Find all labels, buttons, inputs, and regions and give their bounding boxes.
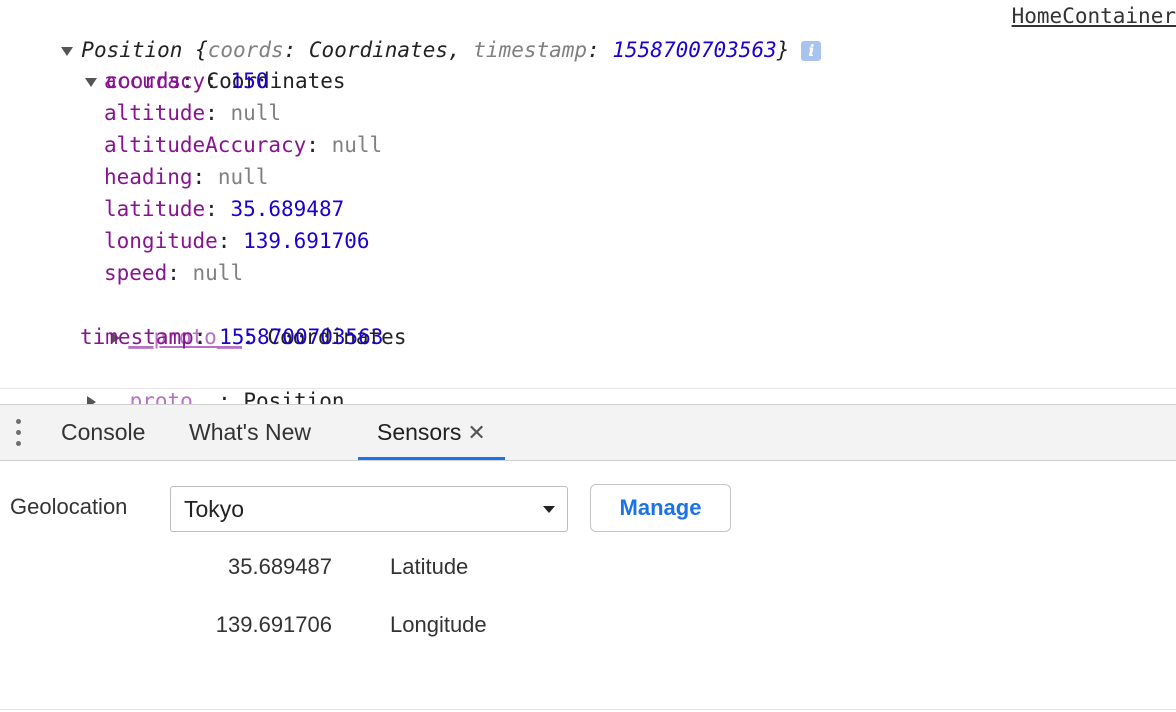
property-separator: :	[205, 101, 231, 125]
property-row: speed: null	[104, 257, 243, 289]
property-value: 150	[230, 69, 269, 93]
property-key: timestamp	[80, 325, 194, 349]
property-separator: :	[192, 165, 218, 189]
property-separator: :	[217, 229, 244, 253]
preview-comma: ,	[447, 38, 474, 62]
property-key: longitude	[104, 229, 218, 253]
property-row: accuracy: 150	[104, 65, 268, 97]
tab-console[interactable]: Console	[61, 405, 145, 460]
preview-separator: :	[587, 38, 613, 62]
property-row: longitude: 139.691706	[104, 225, 370, 257]
property-separator: :	[193, 325, 220, 349]
preview-key: timestamp	[473, 38, 588, 62]
latitude-label: Latitude	[390, 554, 469, 579]
property-key: altitudeAccuracy	[104, 133, 307, 157]
latitude-value[interactable]: 35.689487	[132, 554, 332, 580]
property-key: latitude	[104, 197, 206, 221]
property-separator: :	[167, 261, 193, 285]
property-value: null	[331, 133, 383, 157]
property-key: heading	[104, 165, 193, 189]
position-proto-row[interactable]: __proto__: Position	[62, 353, 345, 413]
dropdown-arrow-icon	[543, 506, 555, 513]
property-key: altitude	[104, 101, 206, 125]
property-row: heading: null	[104, 161, 268, 193]
drawer-tab-bar: Console What's New Sensors ✕	[0, 404, 1176, 461]
property-row: latitude: 35.689487	[104, 193, 344, 225]
property-separator: :	[205, 197, 231, 221]
source-link[interactable]: HomeContainer	[1012, 0, 1176, 32]
property-row: altitudeAccuracy: null	[104, 129, 382, 161]
console-divider	[0, 388, 1176, 389]
expanded-triangle-icon[interactable]	[85, 77, 98, 87]
info-icon[interactable]: i	[801, 41, 822, 61]
geolocation-select[interactable]: Tokyo	[170, 486, 568, 532]
timestamp-row: timestamp: 1558700703563	[80, 321, 383, 353]
property-value: null	[230, 101, 282, 125]
property-value: 139.691706	[243, 229, 370, 253]
longitude-label: Longitude	[390, 612, 487, 637]
property-row: altitude: null	[104, 97, 281, 129]
manage-button[interactable]: Manage	[590, 484, 731, 532]
property-value: null	[192, 261, 244, 285]
coords-row[interactable]: coords: Coordinates	[60, 33, 346, 93]
tab-sensors-label: Sensors	[377, 419, 462, 445]
property-key: accuracy	[104, 69, 206, 93]
property-separator: :	[205, 69, 231, 93]
geolocation-label: Geolocation	[10, 494, 128, 519]
preview-value: 1558700703563	[612, 38, 777, 62]
close-icon[interactable]: ✕	[467, 420, 485, 445]
property-value: null	[217, 165, 269, 189]
selected-location: Tokyo	[184, 496, 245, 522]
position-object-row[interactable]: Position {coords: Coordinates, timestamp…	[36, 2, 822, 62]
preview-brace: }	[776, 38, 790, 62]
longitude-value[interactable]: 139.691706	[132, 612, 332, 638]
property-value: 1558700703563	[219, 325, 384, 349]
tab-sensors[interactable]: Sensors ✕	[358, 405, 505, 460]
property-separator: :	[306, 133, 332, 157]
coords-proto-row[interactable]: __proto__: Coordinates	[86, 289, 406, 349]
tab-whats-new[interactable]: What's New	[189, 405, 311, 460]
property-value: 35.689487	[230, 197, 345, 221]
bottom-divider	[0, 709, 1176, 710]
more-tools-menu-icon[interactable]	[14, 419, 22, 447]
property-key: speed	[104, 261, 168, 285]
